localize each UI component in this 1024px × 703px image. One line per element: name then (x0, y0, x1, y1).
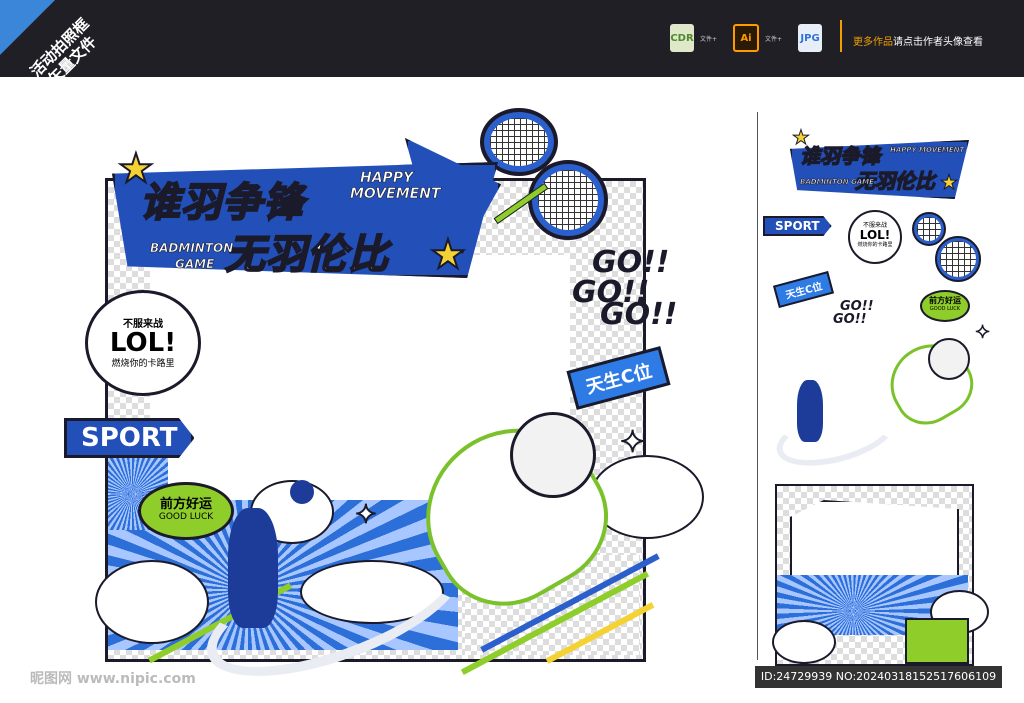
racket-mesh (917, 217, 941, 241)
shuttlecock-base (510, 412, 596, 498)
side-bubble-bottom: 燃烧你的卡路里 (857, 242, 893, 248)
bubble-bottom-text: 燃烧你的卡路里 (111, 359, 175, 369)
racket-icon (528, 160, 608, 240)
title-en-happy: HAPPY (360, 170, 414, 187)
good-luck-cn: 前方好运 (159, 497, 212, 512)
side-title-en2: BADMINTON GAME (800, 178, 875, 187)
good-luck-en: GOOD LUCK (158, 512, 214, 522)
side-swing-trail (770, 395, 902, 477)
title-en-game: GAME (175, 257, 215, 272)
site-watermark: 昵图网 www.nipic.com (30, 671, 196, 687)
separator-line (757, 112, 758, 660)
go-text-3: GO!! (600, 297, 678, 332)
file-sub-label: 文件+ (765, 35, 783, 43)
cloud (772, 620, 836, 664)
sparkle-icon: ✦ (619, 424, 646, 461)
side-racket-icon (912, 212, 946, 246)
header-divider (840, 20, 842, 52)
jpg-file-icon: JPG (798, 24, 823, 52)
side-lol-bubble: 不服来战 LOL! 燃烧你的卡路里 (848, 210, 902, 264)
racket-mesh (940, 241, 976, 277)
title-en-movement: MOVEMENT (350, 186, 441, 203)
side-racket-icon (935, 236, 981, 282)
star-icon: ★ (940, 170, 959, 195)
racket-mesh (538, 170, 598, 230)
lol-speech-bubble: 不服来战 LOL! 燃烧你的卡路里 (85, 290, 201, 396)
bubble-lol-text: LOL! (109, 328, 177, 358)
side-good-cn: 前方好运 (929, 296, 961, 305)
side-go-text: GO!! (833, 312, 867, 327)
racket-mesh (490, 118, 548, 166)
image-id-label: ID:24729939 NO:20240318152517606109 (755, 666, 1002, 688)
good-luck-oval: 前方好运 GOOD LUCK (138, 482, 234, 540)
title-line2: 无羽伦比 (224, 231, 389, 279)
file-sub-label: 文件+ (700, 35, 718, 43)
file-type-icons: CDR 文件+ Ai 文件+ JPG (670, 24, 823, 52)
star-icon: ★ (792, 125, 811, 150)
side-sport-badge: SPORT (763, 216, 832, 236)
star-icon: ★ (429, 231, 467, 279)
side-good-luck-oval: 前方好运 GOOD LUCK (920, 290, 970, 322)
title-en-badminton: BADMINTON (150, 241, 234, 256)
side-shuttlecock-base (928, 338, 970, 380)
racket-head-silhouette (290, 480, 314, 504)
sport-badge: SPORT (64, 418, 195, 458)
cdr-file-icon: CDR (670, 24, 694, 52)
star-icon: ★ (117, 145, 155, 193)
more-works-link[interactable]: 更多作品请点击作者头像查看 (853, 33, 983, 48)
sparkle-icon: ✦ (354, 499, 378, 531)
side-title-en1: HAPPY MOVEMENT (890, 146, 965, 155)
mini-green-block (905, 618, 969, 664)
sparkle-icon: ✦ (974, 321, 991, 344)
ai-file-icon: Ai (733, 24, 760, 52)
side-good-en: GOOD LUCK (929, 306, 961, 312)
go-text-1: GO!! (592, 245, 670, 280)
side-c-position-badge: 天生C位 (773, 270, 835, 309)
more-rest: 请点击作者头像查看 (893, 37, 983, 48)
title-line1: 谁羽争锋 (139, 179, 304, 227)
side-bubble-lol: LOL! (859, 228, 891, 242)
more-highlight: 更多作品 (853, 37, 893, 48)
cloud (95, 560, 209, 644)
